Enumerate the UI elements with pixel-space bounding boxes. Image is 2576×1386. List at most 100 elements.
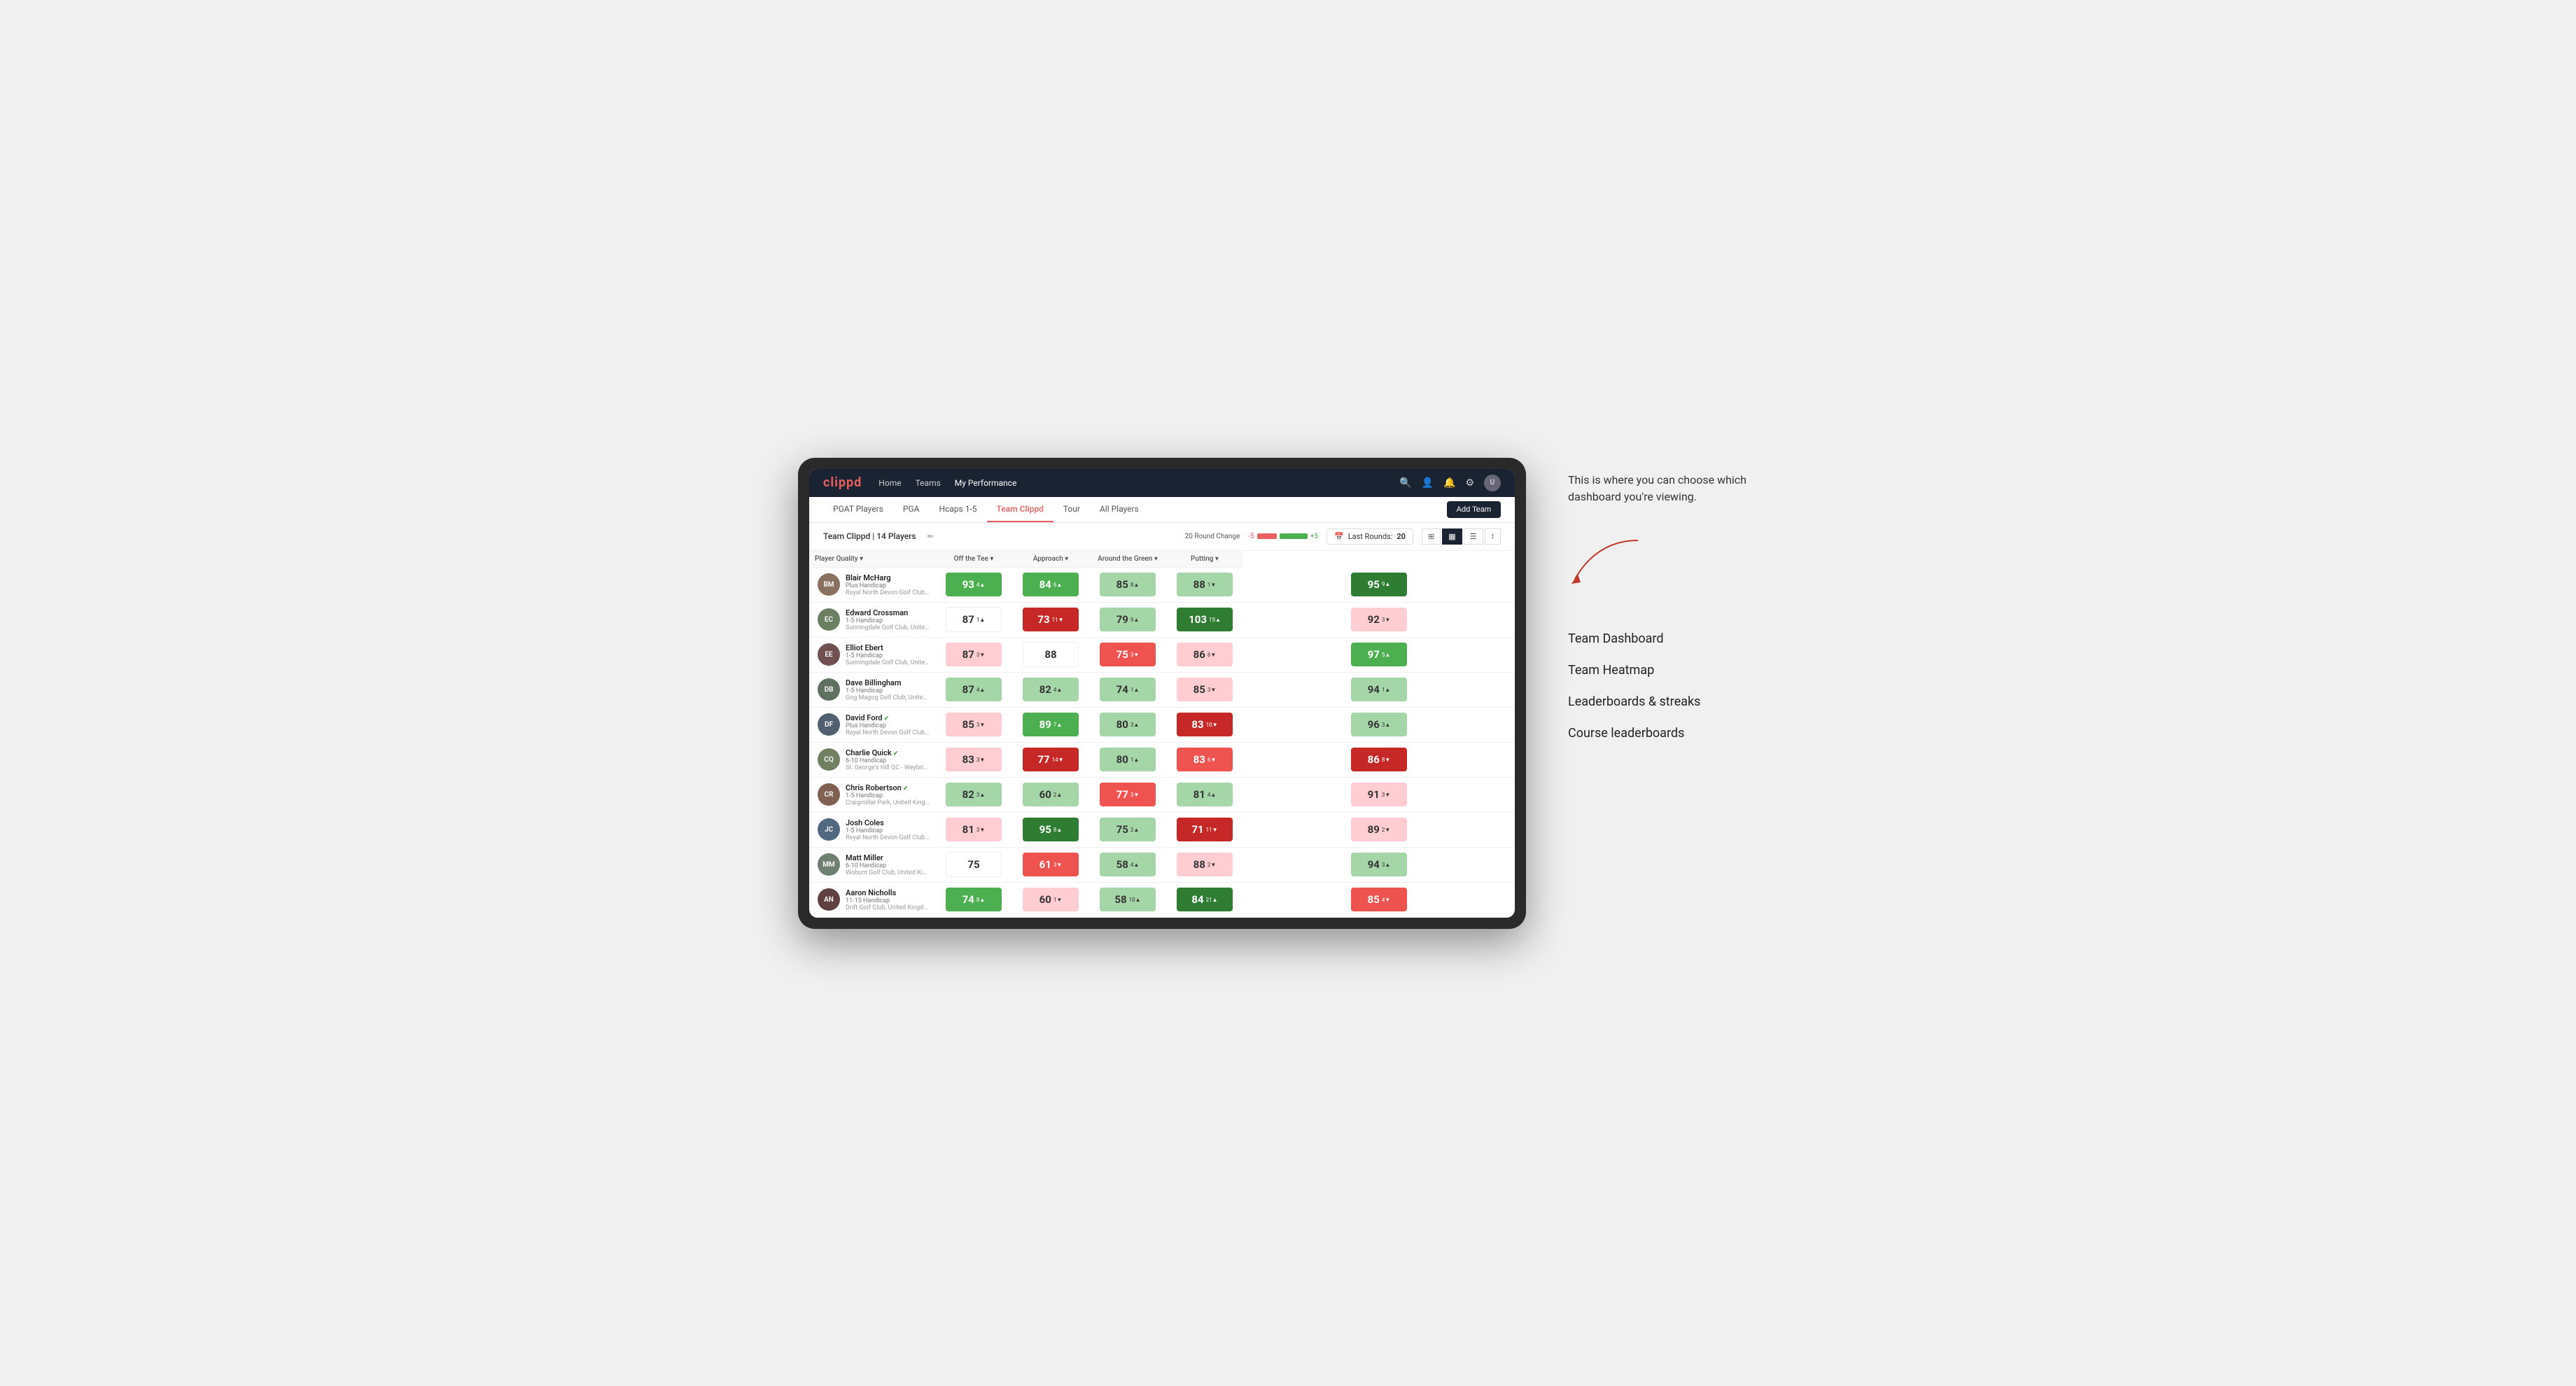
player-cell[interactable]: BM Blair McHarg Plus Handicap Royal Nort…	[809, 568, 935, 602]
metric-change: 1▲	[976, 617, 985, 623]
view-heatmap-button[interactable]: ▦	[1442, 528, 1462, 545]
metric-change: 3▼	[1382, 792, 1390, 798]
player-cell[interactable]: MM Matt Miller 6-10 Handicap Woburn Golf…	[809, 848, 935, 882]
player-info: Josh Coles 1-5 Handicap Royal North Devo…	[846, 818, 930, 841]
metric-change: 6▲	[1054, 582, 1062, 588]
player-cell[interactable]: DB Dave Billingham 1-5 Handicap Gog Mago…	[809, 673, 935, 707]
metric-value: 83 6▼	[1177, 748, 1233, 771]
view-list-button[interactable]: ☰	[1464, 528, 1483, 545]
player-cell[interactable]: EE Elliot Ebert 1-5 Handicap Sunningdale…	[809, 638, 935, 672]
tab-pga[interactable]: PGA	[893, 497, 930, 522]
player-info: Charlie Quick✔ 6-10 Handicap St. George'…	[846, 748, 930, 771]
metric-approach: 58 4▲	[1089, 847, 1166, 882]
metric-number: 75	[1116, 823, 1128, 836]
avatar[interactable]: U	[1484, 475, 1501, 491]
view-grid-button[interactable]: ⊞	[1422, 528, 1441, 545]
search-icon[interactable]: 🔍	[1399, 477, 1411, 489]
metric-number: 83	[1194, 753, 1205, 766]
metric-number: 89	[1040, 718, 1051, 731]
player-name: Aaron Nicholls	[846, 888, 930, 897]
edit-icon[interactable]: ✏	[927, 532, 934, 541]
last-rounds-button[interactable]: 📅 Last Rounds: 20	[1326, 528, 1413, 545]
col-player-quality[interactable]: Player Quality ▾	[809, 551, 935, 568]
player-club: Craigmillar Park, United Kingdom	[846, 799, 930, 806]
metric-change: 8▲	[1054, 827, 1062, 833]
table-row: EC Edward Crossman 1-5 Handicap Sunningd…	[809, 602, 1515, 637]
metric-number: 77	[1037, 753, 1049, 766]
metric-change: 9▲	[1382, 581, 1390, 587]
option-team-dashboard[interactable]: Team Dashboard	[1568, 631, 1778, 646]
metric-value: 85 3▼	[946, 713, 1002, 736]
player-avatar: EE	[818, 643, 840, 666]
players-table: Player Quality ▾ Off the Tee ▾ Approach …	[809, 551, 1515, 918]
metric-value: 75 3▼	[1100, 643, 1156, 666]
col-approach[interactable]: Approach ▾	[1012, 551, 1089, 568]
metric-value: 85 3▼	[1177, 678, 1233, 701]
metric-value: 88 1▼	[1177, 573, 1233, 596]
settings-icon[interactable]: ⚙	[1465, 477, 1474, 489]
metric-change: 3▲	[1382, 862, 1390, 868]
annotation-arrow	[1568, 533, 1652, 589]
player-handicap: 1-5 Handicap	[846, 617, 930, 624]
metric-number: 84	[1040, 578, 1051, 591]
metric-change: 8▲	[1130, 582, 1139, 588]
add-team-button[interactable]: Add Team	[1447, 501, 1501, 518]
metric-approach: 74 1▲	[1089, 672, 1166, 707]
metric-value: 61 3▼	[1023, 853, 1079, 876]
metric-playerQuality: 85 3▼	[935, 707, 1012, 742]
option-leaderboards[interactable]: Leaderboards & streaks	[1568, 694, 1778, 709]
nav-item-teams[interactable]: Teams	[916, 475, 941, 491]
player-info: Dave Billingham 1-5 Handicap Gog Magog G…	[846, 678, 930, 701]
metric-number: 74	[1116, 683, 1128, 696]
metric-change: 4▲	[1130, 862, 1139, 868]
metric-approach: 75 2▲	[1089, 812, 1166, 847]
tab-tour[interactable]: Tour	[1054, 497, 1090, 522]
metric-aroundGreen: 83 10▼	[1166, 707, 1243, 742]
metric-value: 87 1▲	[946, 607, 1002, 632]
metric-change: 10▼	[1206, 722, 1218, 728]
metric-number: 81	[962, 823, 974, 836]
player-cell[interactable]: JC Josh Coles 1-5 Handicap Royal North D…	[809, 813, 935, 847]
metric-change: 3▲	[1130, 722, 1139, 728]
team-controls: 20 Round Change -5 +5 📅 Last Rounds: 20 …	[1185, 528, 1501, 545]
option-course-leaderboards[interactable]: Course leaderboards	[1568, 726, 1778, 741]
nav-item-myperformance[interactable]: My Performance	[955, 475, 1017, 491]
player-cell[interactable]: CQ Charlie Quick✔ 6-10 Handicap St. Geor…	[809, 743, 935, 777]
metric-change: 1▲	[1130, 757, 1139, 763]
metric-value: 80 3▲	[1100, 713, 1156, 736]
player-club: Royal North Devon Golf Club, United King…	[846, 729, 930, 736]
col-around-green[interactable]: Around the Green ▾	[1089, 551, 1166, 568]
view-settings-button[interactable]: ↕	[1485, 528, 1502, 545]
metric-value: 83 10▼	[1177, 713, 1233, 736]
player-cell[interactable]: CR Chris Robertson✔ 1-5 Handicap Craigmi…	[809, 778, 935, 812]
col-off-tee[interactable]: Off the Tee ▾	[935, 551, 1012, 568]
metric-value: 81 3▼	[946, 818, 1002, 841]
player-cell[interactable]: DF David Ford✔ Plus Handicap Royal North…	[809, 708, 935, 742]
metric-change: 3▼	[1054, 862, 1062, 868]
bell-icon[interactable]: 🔔	[1443, 477, 1455, 489]
metric-number: 94	[1368, 683, 1380, 696]
metric-putting: 94 3▲	[1243, 847, 1515, 882]
player-cell[interactable]: AN Aaron Nicholls 11-15 Handicap Drift G…	[809, 883, 935, 917]
metric-number: 88	[1194, 578, 1205, 591]
tab-pgat-players[interactable]: PGAT Players	[823, 497, 893, 522]
metric-value: 87 4▲	[946, 678, 1002, 701]
user-icon[interactable]: 👤	[1422, 477, 1434, 489]
option-team-heatmap[interactable]: Team Heatmap	[1568, 663, 1778, 678]
tab-all-players[interactable]: All Players	[1090, 497, 1149, 522]
metric-value: 73 11▼	[1023, 608, 1079, 631]
metric-change: 3▼	[976, 652, 985, 658]
table-row: MM Matt Miller 6-10 Handicap Woburn Golf…	[809, 847, 1515, 882]
player-cell[interactable]: EC Edward Crossman 1-5 Handicap Sunningd…	[809, 603, 935, 637]
metric-playerQuality: 75	[935, 847, 1012, 882]
col-putting[interactable]: Putting ▾	[1166, 551, 1243, 568]
metric-value: 84 21▲	[1177, 888, 1233, 911]
round-change-bar: -5 +5	[1248, 533, 1318, 540]
metric-number: 83	[1191, 718, 1203, 731]
bar-negative	[1257, 533, 1277, 539]
tab-hcaps[interactable]: Hcaps 1-5	[929, 497, 986, 522]
tab-team-clippd[interactable]: Team Clippd	[987, 497, 1054, 522]
bar-positive	[1280, 533, 1308, 539]
nav-item-home[interactable]: Home	[878, 475, 901, 491]
metric-aroundGreen: 84 21▲	[1166, 882, 1243, 917]
